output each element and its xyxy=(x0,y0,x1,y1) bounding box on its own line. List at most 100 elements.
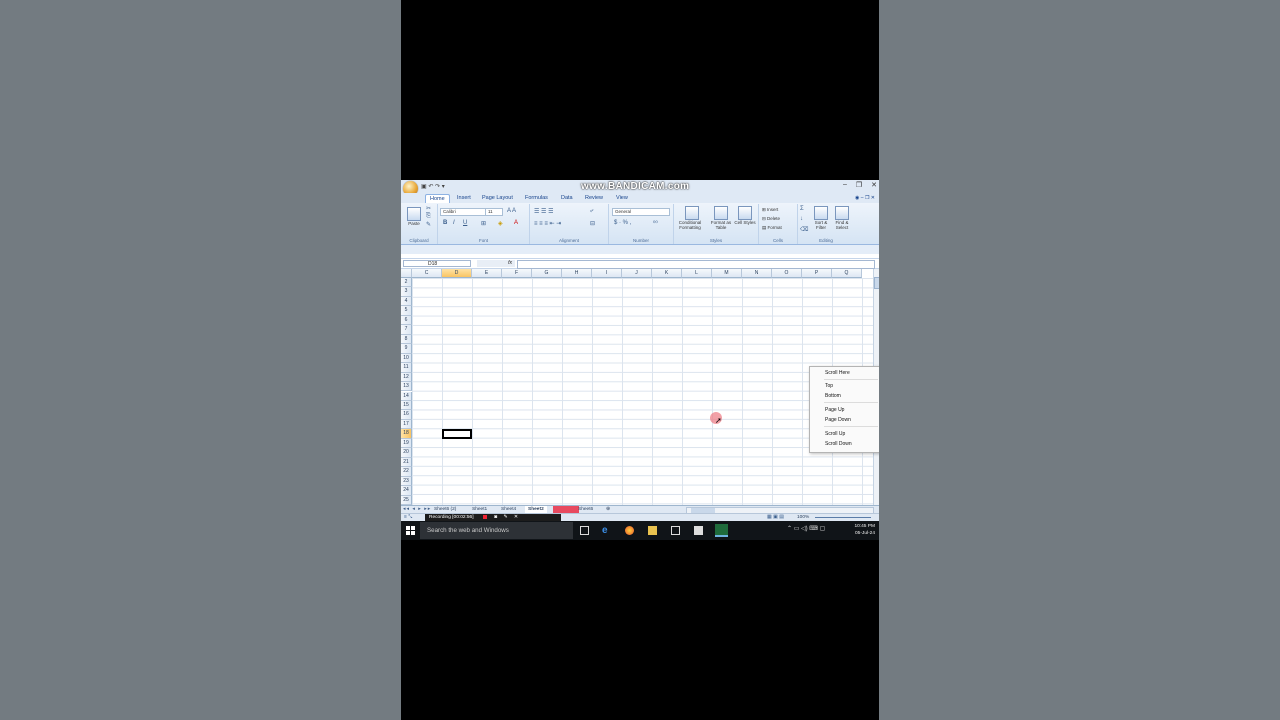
menu-item-scroll-up[interactable]: Scroll Up xyxy=(825,431,845,438)
sheet-nav-arrows-icon[interactable]: ◂◂ ◂ ▸ ▸▸ xyxy=(403,506,431,512)
zoom-slider[interactable] xyxy=(815,517,871,518)
sheet-tab-active[interactable]: Sheet2 xyxy=(525,506,547,513)
camera-icon[interactable]: ◙ xyxy=(494,515,497,520)
sheet-tab[interactable]: Sheet1 xyxy=(469,506,490,513)
cell-area[interactable] xyxy=(412,278,873,505)
row-header-14[interactable]: 14 xyxy=(401,391,412,401)
taskbar-search-box[interactable]: Search the web and Windows xyxy=(420,522,573,539)
delete-cells-button[interactable]: ⊟ Delete xyxy=(762,216,780,221)
italic-icon[interactable]: I xyxy=(453,220,455,226)
align-top-icon[interactable]: ☰ ☰ ☰ xyxy=(534,208,553,215)
column-header-e[interactable]: E xyxy=(472,269,502,278)
column-header-h[interactable]: H xyxy=(562,269,592,278)
font-name-select[interactable]: Calibri xyxy=(440,208,486,216)
quick-access-toolbar[interactable]: ▣ ↶ ↷ ▾ xyxy=(421,183,445,190)
row-header-17[interactable]: 17 xyxy=(401,419,412,430)
edge-icon[interactable]: e xyxy=(602,526,611,536)
column-header-c[interactable]: C xyxy=(412,269,442,278)
sort-filter-button[interactable]: Sort & Filter xyxy=(810,220,832,230)
file-explorer-icon[interactable] xyxy=(648,526,657,535)
copy-icon[interactable]: ⎘ xyxy=(426,213,431,220)
row-header-8[interactable]: 8 xyxy=(401,334,412,345)
excel-taskbar-icon[interactable] xyxy=(715,524,728,537)
fx-button[interactable]: fx xyxy=(477,260,515,267)
store-icon[interactable] xyxy=(671,526,680,535)
tab-review[interactable]: Review xyxy=(581,194,607,203)
restore-button[interactable]: ❐ xyxy=(856,181,862,189)
menu-item-bottom[interactable]: Bottom xyxy=(825,393,841,400)
record-stop-icon[interactable] xyxy=(482,514,487,519)
row-header-24[interactable]: 24 xyxy=(401,486,412,496)
row-header-23[interactable]: 23 xyxy=(401,476,412,487)
conditional-formatting-button[interactable]: Conditional Formatting xyxy=(674,220,706,230)
row-header-25[interactable]: 25 xyxy=(401,495,412,505)
font-size-select[interactable]: 11 xyxy=(485,208,503,216)
insert-sheet-icon[interactable]: ⊕ xyxy=(603,506,613,513)
underline-icon[interactable]: U xyxy=(463,220,467,226)
row-header-6[interactable]: 6 xyxy=(401,315,412,326)
column-header-i[interactable]: I xyxy=(592,269,622,278)
sheet-tab[interactable]: Sheet4 xyxy=(498,506,519,513)
column-header-d[interactable]: D xyxy=(442,269,472,278)
menu-item-top[interactable]: Top xyxy=(825,383,833,390)
fill-color-icon[interactable]: ◈ xyxy=(498,220,503,227)
row-header-5[interactable]: 5 xyxy=(401,306,412,316)
cell-styles-button[interactable]: Cell Styles xyxy=(734,220,756,225)
wrap-text-icon[interactable]: ⤶ xyxy=(590,208,593,215)
column-header-j[interactable]: J xyxy=(622,269,652,278)
row-header-19[interactable]: 19 xyxy=(401,438,412,449)
firefox-icon[interactable] xyxy=(625,526,634,535)
merge-icon[interactable]: ⊟ xyxy=(590,220,595,227)
row-header-22[interactable]: 22 xyxy=(401,467,412,477)
column-header-k[interactable]: K xyxy=(652,269,682,278)
row-header-12[interactable]: 12 xyxy=(401,372,412,383)
format-cells-button[interactable]: ▤ Format xyxy=(762,225,782,230)
number-format-select[interactable]: General xyxy=(612,208,670,216)
row-header-13[interactable]: 13 xyxy=(401,382,412,392)
align-left-icon[interactable]: ≡ ≡ ≡ ⇤ ⇥ xyxy=(534,220,561,227)
taskbar-clock[interactable]: 10:45 PM 05-Jul-24 xyxy=(845,523,875,537)
column-header-o[interactable]: O xyxy=(772,269,802,278)
paste-button[interactable]: Paste xyxy=(405,221,423,226)
decimal-icon[interactable]: ⁰⁰ xyxy=(653,220,658,227)
bandicam-menu-icon[interactable]: ≡ ⤡ xyxy=(404,514,412,520)
view-mode-icons[interactable]: ▦ ▣ ▤ xyxy=(767,514,784,520)
column-header-q[interactable]: Q xyxy=(832,269,862,278)
tab-page-layout[interactable]: Page Layout xyxy=(478,194,517,203)
minimize-button[interactable]: – xyxy=(843,181,847,189)
name-box[interactable]: D18 xyxy=(403,260,471,267)
tab-insert[interactable]: Insert xyxy=(453,194,475,203)
borders-icon[interactable]: ⊞ xyxy=(481,220,486,227)
format-as-table-button[interactable]: Format as Table xyxy=(708,220,734,230)
tab-data[interactable]: Data xyxy=(557,194,577,203)
windows-start-icon[interactable] xyxy=(406,526,415,535)
currency-icon[interactable]: $ · % , xyxy=(614,220,631,226)
row-header-18[interactable]: 18 xyxy=(401,429,412,439)
system-tray-icons[interactable]: ⌃ ▭ ◁) ⌨ ▢ xyxy=(787,525,825,532)
sheet-tab[interactable]: Sheet6 xyxy=(575,506,596,513)
row-header-9[interactable]: 9 xyxy=(401,344,412,354)
row-header-20[interactable]: 20 xyxy=(401,448,412,458)
row-header-21[interactable]: 21 xyxy=(401,457,412,468)
close-button[interactable]: ✕ xyxy=(871,181,877,189)
menu-item-scroll-down[interactable]: Scroll Down xyxy=(825,441,852,448)
column-header-f[interactable]: F xyxy=(502,269,532,278)
font-color-icon[interactable]: A xyxy=(514,220,518,226)
row-header-11[interactable]: 11 xyxy=(401,363,412,373)
bold-icon[interactable]: B xyxy=(443,220,447,226)
media-icon[interactable] xyxy=(694,526,703,535)
close-recording-icon[interactable]: ✕ xyxy=(514,515,518,520)
pencil-icon[interactable]: ✎ xyxy=(503,515,507,520)
menu-item-page-up[interactable]: Page Up xyxy=(825,407,844,414)
row-header-3[interactable]: 3 xyxy=(401,287,412,297)
help-icon[interactable]: ◉ – ❐ ✕ xyxy=(855,195,875,201)
autosum-icon[interactable]: Σ xyxy=(800,206,804,212)
row-header-15[interactable]: 15 xyxy=(401,400,412,411)
grow-font-icon[interactable]: A A xyxy=(507,208,516,214)
column-header-p[interactable]: P xyxy=(802,269,832,278)
fill-icon[interactable]: ↓ xyxy=(800,216,803,222)
format-painter-icon[interactable]: ✎ xyxy=(426,221,431,228)
tab-formulas[interactable]: Formulas xyxy=(521,194,552,203)
menu-item-page-down[interactable]: Page Down xyxy=(825,417,851,424)
row-header-4[interactable]: 4 xyxy=(401,296,412,307)
